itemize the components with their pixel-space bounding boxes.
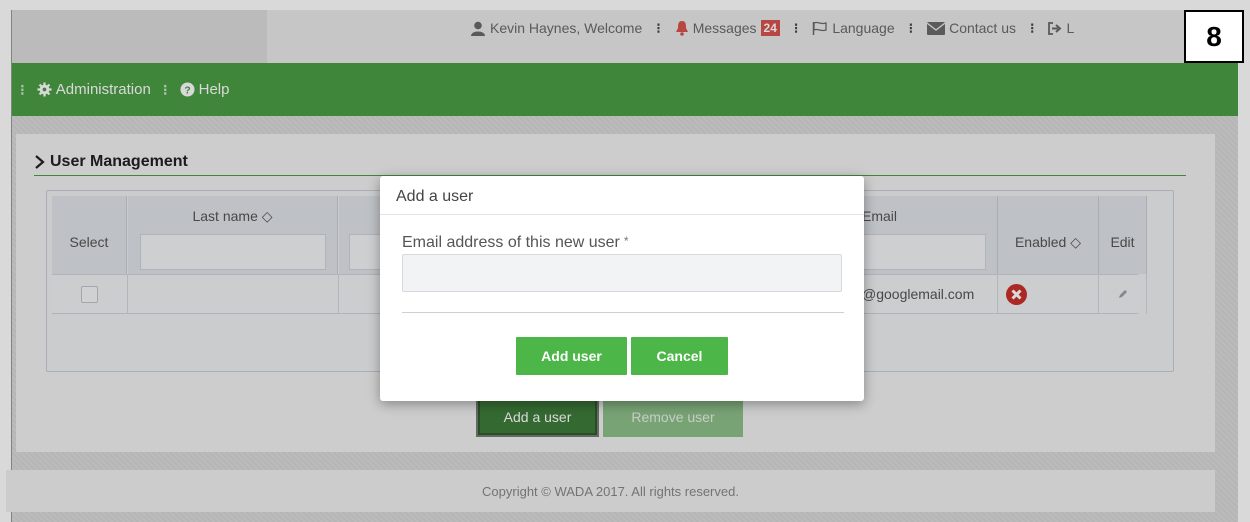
cancel-button[interactable]: Cancel xyxy=(631,337,728,375)
email-label-text: Email address of this new user xyxy=(402,234,620,251)
required-mark: * xyxy=(623,234,629,248)
new-user-email-input[interactable] xyxy=(402,254,842,292)
email-label: Email address of this new user * xyxy=(402,234,629,252)
add-user-dialog: Add a user Email address of this new use… xyxy=(380,176,864,401)
add-user-button[interactable]: Add user xyxy=(516,337,627,375)
dialog-title: Add a user xyxy=(380,176,864,215)
dialog-divider xyxy=(402,312,844,313)
step-number-label: 8 xyxy=(1184,10,1244,63)
